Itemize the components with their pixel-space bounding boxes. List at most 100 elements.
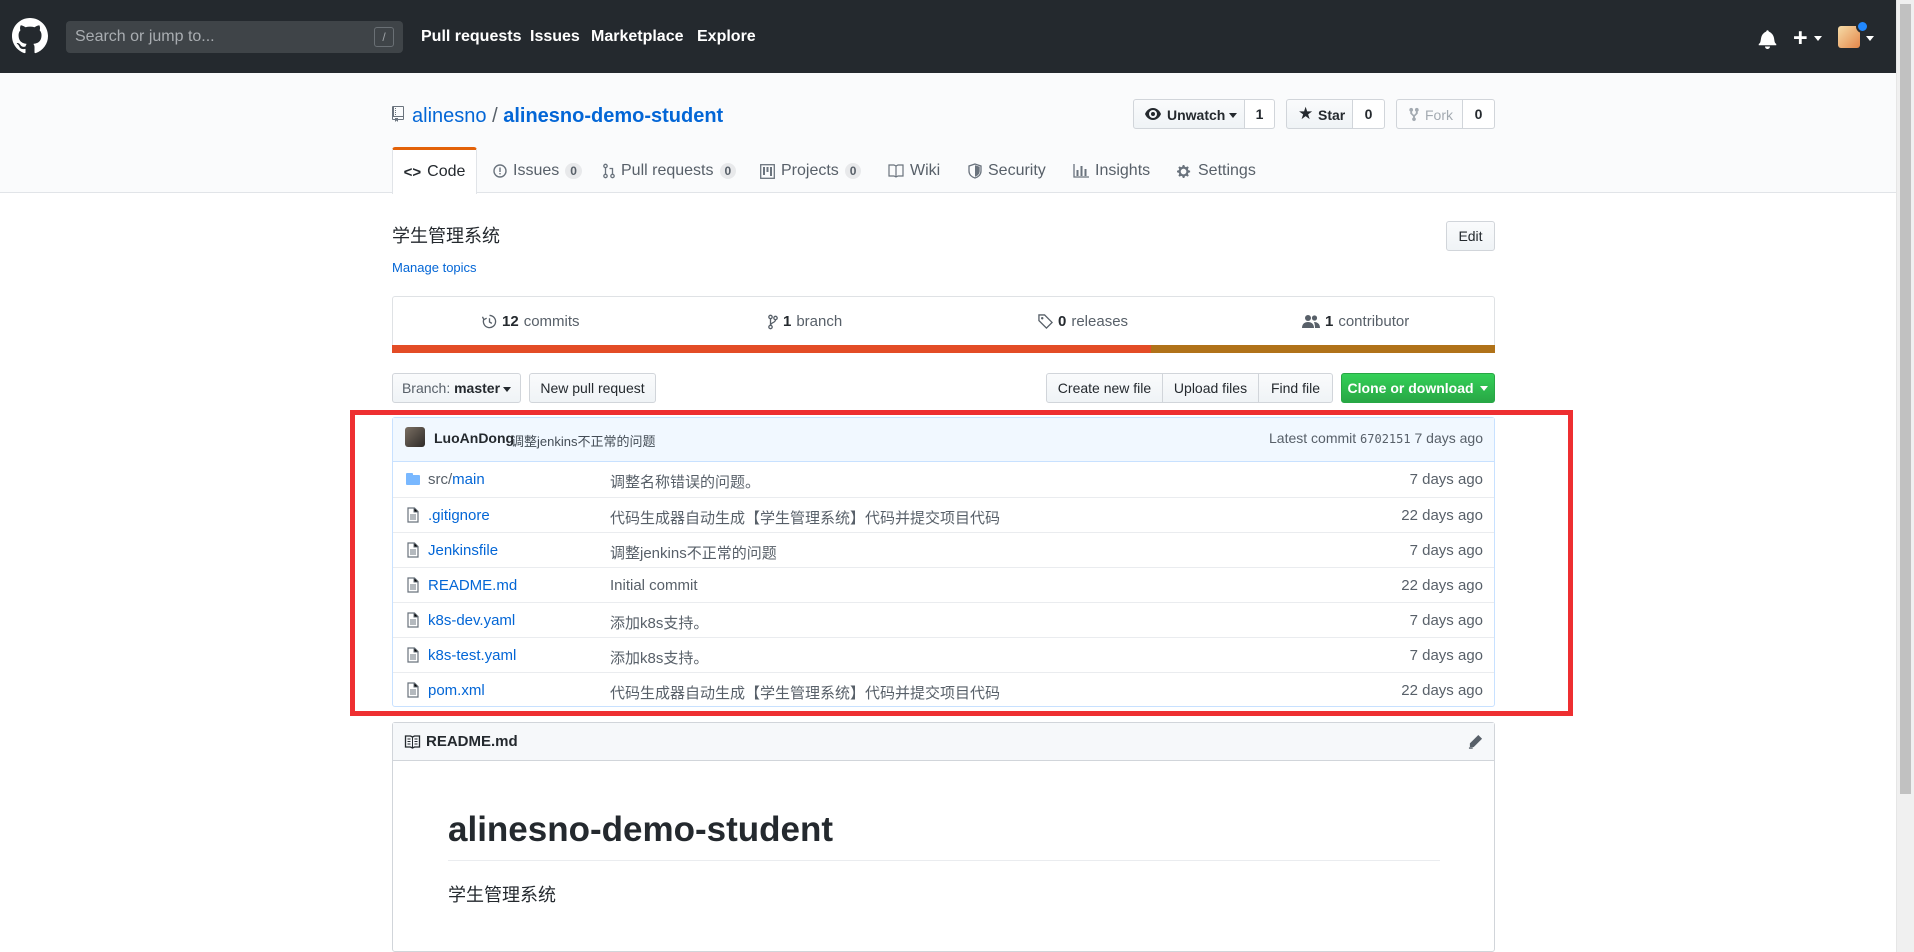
scrollbar-thumb[interactable] [1900, 4, 1911, 794]
commits-count: 12 [502, 313, 519, 330]
tab-wiki-label: Wiki [910, 162, 941, 179]
readme-body: 学生管理系统 [448, 885, 556, 905]
language-bar-segment[interactable] [1150, 345, 1495, 353]
stars-count[interactable]: 0 [1353, 99, 1385, 129]
tab-issues-count: 0 [565, 163, 582, 179]
search-placeholder: Search or jump to... [75, 28, 215, 45]
eye-icon [1145, 108, 1161, 120]
repo-path-separator: / [492, 105, 498, 127]
branch-count: 1 [783, 313, 792, 330]
watchers-count[interactable]: 1 [1245, 99, 1275, 129]
tab-projects-label: Projects [781, 162, 839, 179]
clone-or-download-button[interactable]: Clone or download [1341, 373, 1495, 403]
edit-description-button[interactable]: Edit [1446, 221, 1495, 251]
notification-dot [1856, 20, 1869, 33]
branch-name: master [454, 380, 501, 396]
branch-prefix: Branch: [401, 380, 451, 396]
branches-link[interactable]: 1 branch [768, 313, 842, 330]
repo-name-link[interactable]: alinesno-demo-student [503, 105, 723, 127]
nav-pull-requests[interactable]: Pull requests [421, 28, 521, 46]
readme-header: README.md [393, 723, 1494, 761]
search-input[interactable]: Search or jump to... / [66, 21, 403, 53]
nav-marketplace[interactable]: Marketplace [591, 28, 684, 46]
readme-box: README.md alinesno-demo-student 学生管理系统 [392, 722, 1495, 952]
fork-label: Fork [1425, 107, 1453, 123]
releases-link[interactable]: 0 releases [1038, 313, 1128, 330]
people-icon [1302, 315, 1320, 328]
contributor-label: contributor [1338, 313, 1410, 330]
star-button[interactable]: ★ Star [1286, 99, 1353, 129]
highlight-box [350, 410, 1573, 716]
tab-settings[interactable]: Settings [1177, 149, 1256, 193]
fork-icon [1409, 107, 1419, 122]
tab-projects-count: 0 [844, 163, 862, 179]
find-file-button[interactable]: Find file [1258, 373, 1333, 403]
repo-title: alinesno / alinesno-demo-student [412, 105, 723, 128]
commits-link[interactable]: 12 commits [482, 313, 580, 330]
unwatch-label: Unwatch [1167, 107, 1226, 123]
global-header: Search or jump to... / Pull requests Iss… [0, 0, 1896, 73]
repo-icon [392, 106, 404, 122]
page-scrollbar[interactable] [1896, 0, 1914, 952]
tab-issues-label: Issues [513, 162, 560, 179]
language-bar[interactable] [392, 345, 1495, 353]
issue-opened-icon [493, 164, 507, 178]
branch-select-button[interactable]: Branch: master [392, 373, 521, 403]
tab-issues[interactable]: Issues 0 [493, 149, 582, 193]
github-logo-icon[interactable] [12, 18, 48, 54]
contributor-count: 1 [1325, 313, 1334, 330]
nav-issues[interactable]: Issues [530, 28, 580, 46]
releases-count: 0 [1058, 313, 1067, 330]
new-pull-request-button[interactable]: New pull request [529, 373, 656, 403]
tab-pull-requests-count: 0 [719, 163, 737, 179]
chevron-down-icon[interactable] [1814, 36, 1822, 41]
tab-settings-label: Settings [1198, 162, 1256, 179]
tab-insights[interactable]: Insights [1073, 149, 1150, 193]
bell-icon[interactable] [1758, 29, 1777, 49]
tab-pull-requests-label: Pull requests [621, 162, 714, 179]
star-label: Star [1318, 107, 1346, 123]
book-icon [888, 164, 904, 178]
gear-icon [1177, 164, 1191, 178]
chevron-down-icon [1480, 386, 1489, 391]
tab-security[interactable]: Security [968, 149, 1046, 193]
branch-label: branch [796, 313, 843, 330]
repo-owner-link[interactable]: alinesno [412, 105, 487, 127]
repo-header [0, 73, 1896, 193]
graph-icon [1073, 164, 1089, 178]
nav-explore[interactable]: Explore [697, 28, 756, 46]
tab-pull-requests[interactable]: Pull requests 0 [603, 149, 737, 193]
branch-icon [768, 314, 778, 329]
repo-description: 学生管理系统 [392, 226, 500, 246]
upload-files-button[interactable]: Upload files [1162, 373, 1259, 403]
forks-count[interactable]: 0 [1463, 99, 1495, 129]
chevron-down-icon [1229, 113, 1237, 118]
tab-projects[interactable]: Projects 0 [760, 149, 862, 193]
chevron-down-icon[interactable] [1866, 36, 1874, 41]
language-bar-segment[interactable] [392, 345, 1151, 353]
tab-wiki[interactable]: Wiki [888, 149, 940, 193]
star-icon: ★ [1298, 104, 1314, 123]
create-new-icon[interactable]: + [1793, 26, 1808, 51]
readme-heading-divider [448, 860, 1440, 861]
tab-security-label: Security [988, 162, 1046, 179]
manage-topics-link[interactable]: Manage topics [392, 260, 477, 275]
tab-insights-label: Insights [1095, 162, 1151, 179]
tab-code-label: Code [427, 163, 466, 180]
unwatch-button[interactable]: Unwatch [1133, 99, 1245, 129]
tab-code[interactable]: <> Code [392, 147, 477, 194]
book-icon [404, 735, 421, 749]
contributors-link[interactable]: 1 contributor [1302, 313, 1409, 330]
code-icon: <> [403, 163, 422, 181]
shield-icon [968, 163, 982, 179]
commits-label: commits [523, 313, 580, 330]
pencil-icon[interactable] [1468, 734, 1483, 749]
fork-button[interactable]: Fork [1396, 99, 1463, 129]
search-shortcut-key: / [374, 27, 394, 47]
create-new-file-button[interactable]: Create new file [1046, 373, 1163, 403]
history-icon [482, 314, 497, 329]
chevron-down-icon [503, 386, 512, 392]
tag-icon [1038, 314, 1053, 329]
readme-heading: alinesno-demo-student [448, 810, 834, 849]
project-icon [760, 163, 775, 179]
